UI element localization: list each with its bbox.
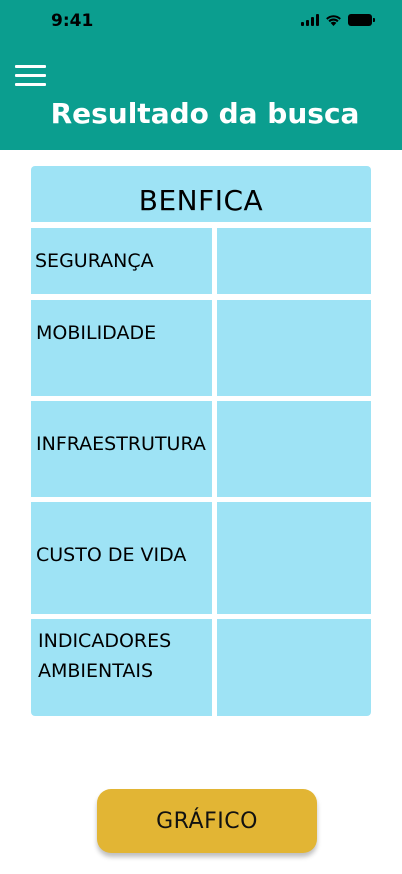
table-row-value — [217, 619, 371, 716]
table-row-value — [217, 502, 371, 614]
table-row-label: INFRAESTRUTURA — [31, 401, 212, 497]
table-row-value — [217, 401, 371, 497]
wifi-icon — [326, 15, 341, 26]
row-label-indicadores: INDICADORES — [38, 630, 172, 652]
hamburger-menu-icon[interactable] — [15, 64, 47, 88]
table-row-label: INDICADORES AMBIENTAIS — [31, 619, 212, 716]
row-label-mobilidade: MOBILIDADE — [36, 322, 157, 344]
table-row-label: CUSTO DE VIDA — [31, 502, 212, 614]
cellular-signal-icon — [301, 14, 319, 26]
table-row-value — [217, 228, 371, 294]
row-label-infraestrutura: INFRAESTRUTURA — [36, 433, 206, 455]
status-icons — [301, 13, 375, 27]
row-label-custo-de-vida: CUSTO DE VIDA — [36, 544, 187, 566]
table-row-value — [217, 300, 371, 396]
app-header: 9:41 Resultado da busca — [0, 0, 402, 150]
battery-icon — [348, 14, 375, 26]
row-label-ambientais: AMBIENTAIS — [38, 660, 154, 682]
neighborhood-title: BENFICA — [31, 166, 371, 222]
status-time: 9:41 — [51, 11, 94, 31]
table-row-label: SEGURANÇA — [31, 228, 212, 294]
page-title: Resultado da busca — [50, 97, 360, 130]
table-row-label: MOBILIDADE — [31, 300, 212, 396]
row-label-seguranca: SEGURANÇA — [35, 250, 154, 272]
graph-button[interactable]: GRÁFICO — [97, 789, 317, 853]
